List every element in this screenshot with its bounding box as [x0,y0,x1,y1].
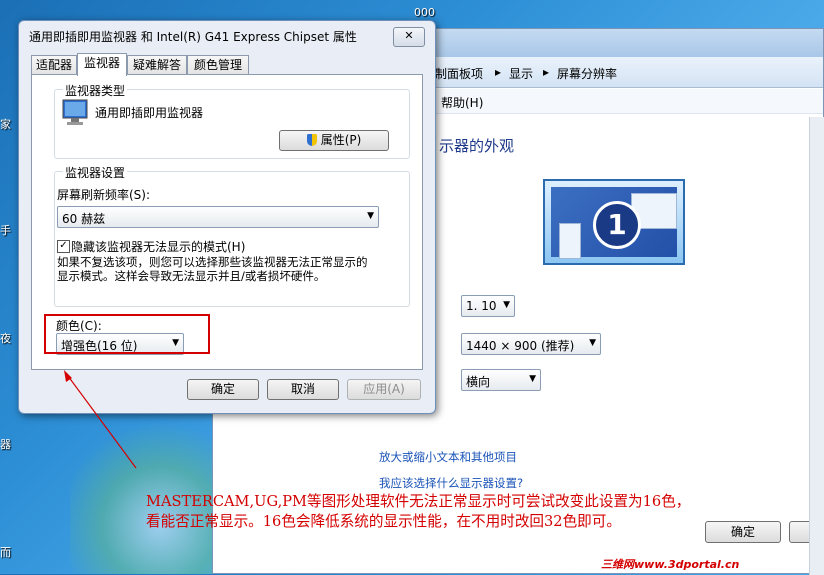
annotation-note-line-2: 看能否正常显示。16色会降低系统的显示性能，在不用时改回32色即可。 [146,513,621,530]
watermark-logo: 三维网www.3dportal.cn [598,556,743,572]
annotation-note-line-1: MASTERCAM,UG,PM等图形处理软件无法正常显示时可尝试改变此设置为16… [146,493,691,510]
tab-monitor[interactable]: 监视器 [77,53,127,76]
annotation-arrow [64,370,137,469]
